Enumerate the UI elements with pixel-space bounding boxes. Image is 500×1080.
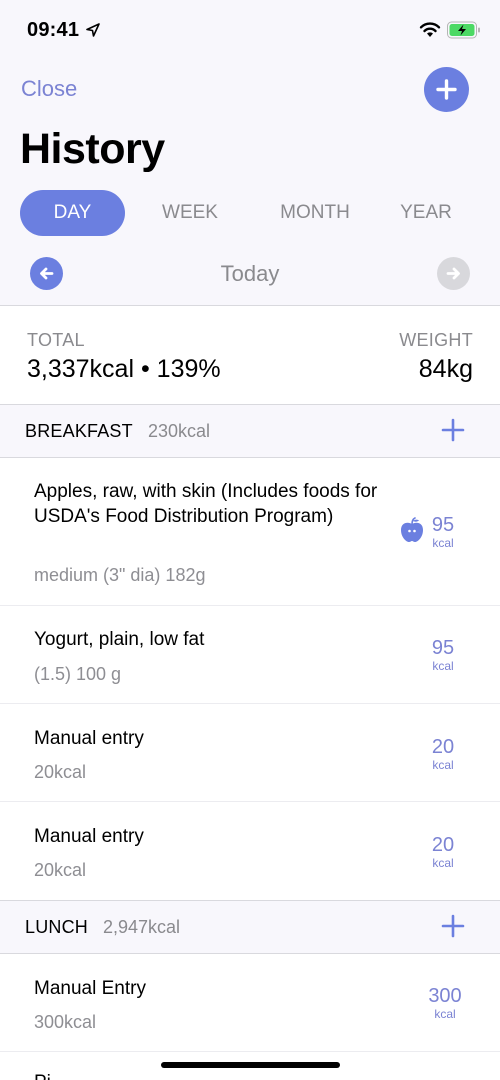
kcal-value: 20 [431, 736, 455, 758]
plus-icon [436, 79, 457, 100]
wifi-icon [419, 22, 441, 37]
section-title: LUNCH [25, 917, 89, 937]
entry-name: Yogurt, plain, low fat [34, 629, 205, 650]
kcal-value: 95 [431, 637, 455, 659]
status-bar: 09:41 [0, 0, 500, 60]
add-lunch-button[interactable] [441, 914, 465, 938]
weight-value: 84kg [418, 355, 473, 383]
add-entry-button[interactable] [424, 67, 469, 112]
food-entry[interactable]: Manual Entry 300kcal 300 kcal [0, 954, 500, 1051]
section-kcal: 230kcal [148, 421, 211, 441]
weight-label: WEIGHT [399, 330, 473, 350]
next-day-button[interactable] [437, 257, 470, 290]
tab-day[interactable]: DAY [20, 190, 125, 236]
kcal-unit: kcal [434, 1007, 456, 1021]
entry-kcal: 95 kcal [418, 637, 468, 673]
section-header-lunch: LUNCH 2,947kcal [0, 901, 500, 953]
entry-detail: 20kcal [34, 762, 87, 782]
entry-name: Manual Entry [34, 978, 146, 999]
kcal-unit: kcal [432, 856, 454, 870]
entry-name: Manual entry [34, 826, 144, 847]
location-arrow-icon [86, 23, 100, 37]
tab-week[interactable]: WEEK [140, 190, 240, 236]
page-title: History [20, 125, 165, 173]
entry-name: Pi [34, 1072, 51, 1080]
entry-kcal: 20 kcal [418, 834, 468, 870]
section-title: BREAKFAST [25, 421, 133, 441]
tab-year[interactable]: YEAR [380, 190, 472, 236]
entry-kcal: 300 kcal [416, 985, 474, 1021]
total-value: 3,337kcal • 139% [27, 355, 221, 383]
entry-kcal: 95 kcal [418, 514, 468, 550]
entry-detail: (1.5) 100 g [34, 664, 122, 684]
food-entry[interactable]: Manual entry 20kcal 20 kcal [0, 704, 500, 801]
close-button[interactable]: Close [21, 76, 77, 102]
food-entry[interactable]: Apples, raw, with skin (Includes foods f… [0, 458, 500, 605]
kcal-value: 20 [431, 834, 455, 856]
daily-summary: TOTAL 3,337kcal • 139% WEIGHT 84kg [0, 306, 500, 404]
food-entry[interactable]: Yogurt, plain, low fat (1.5) 100 g 95 kc… [0, 606, 500, 703]
total-label: TOTAL [27, 330, 85, 350]
food-entry[interactable]: Manual entry 20kcal 20 kcal [0, 802, 500, 900]
tab-month[interactable]: MONTH [255, 190, 375, 236]
entry-name: Apples, raw, with skin (Includes foods f… [34, 481, 378, 527]
kcal-value: 300 [428, 985, 462, 1007]
kcal-unit: kcal [432, 659, 454, 673]
entry-kcal: 20 kcal [418, 736, 468, 772]
add-breakfast-button[interactable] [441, 418, 465, 442]
entry-detail: medium (3" dia) 182g [34, 565, 206, 585]
home-indicator[interactable] [161, 1062, 340, 1068]
kcal-unit: kcal [432, 758, 454, 772]
kcal-unit: kcal [432, 536, 454, 550]
entry-detail: 300kcal [34, 1012, 97, 1032]
entry-name: Manual entry [34, 728, 144, 749]
arrow-right-icon [446, 267, 460, 280]
date-label: Today [220, 261, 280, 286]
section-header-breakfast: BREAKFAST 230kcal [0, 405, 500, 457]
status-time: 09:41 [27, 19, 80, 41]
kcal-value: 95 [431, 514, 455, 536]
section-kcal: 2,947kcal [103, 917, 181, 937]
battery-charging-icon [447, 21, 480, 39]
entry-detail: 20kcal [34, 860, 87, 880]
